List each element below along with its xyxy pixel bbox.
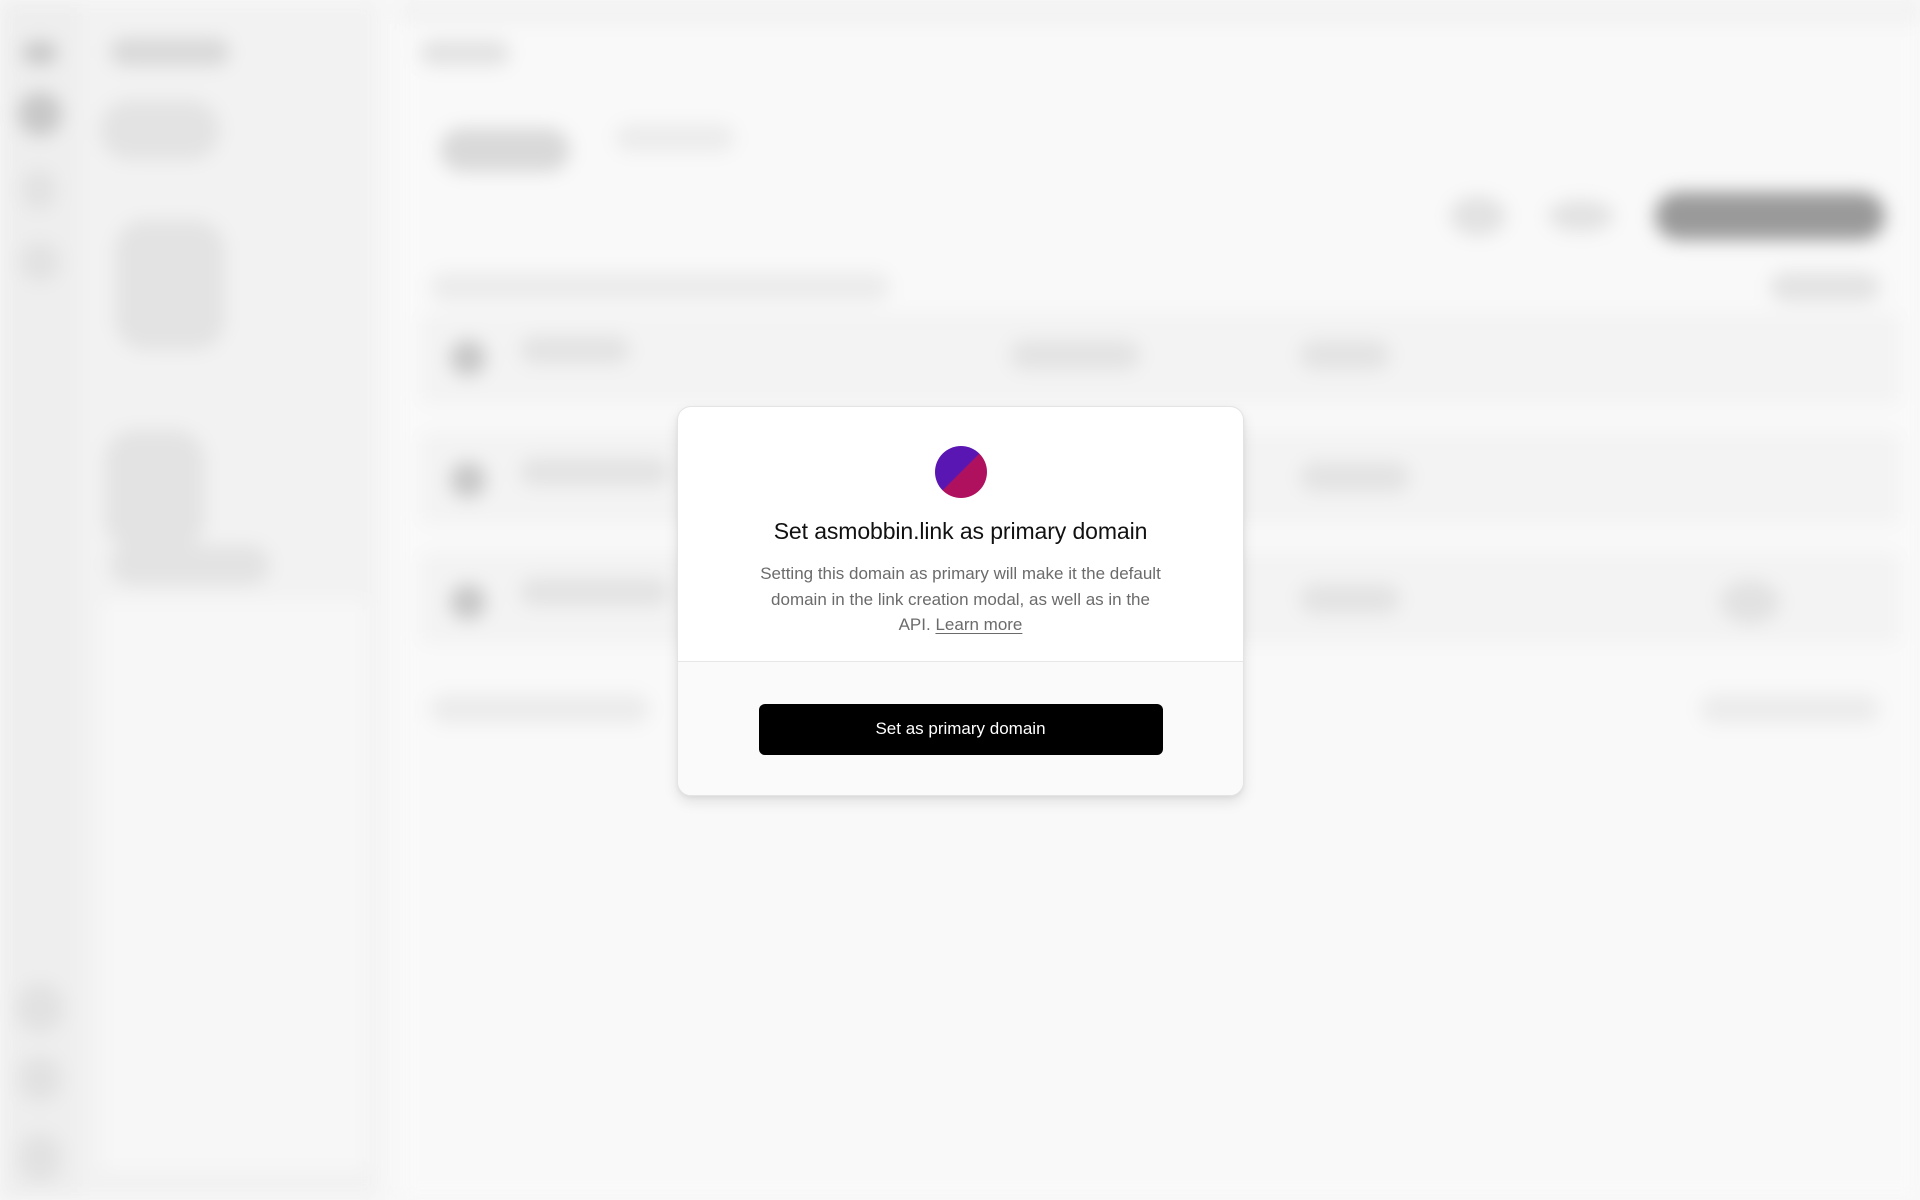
help-icon — [16, 983, 64, 1033]
breadcrumb — [420, 40, 510, 66]
sidebar-item — [115, 220, 225, 350]
row-menu-icon — [1720, 580, 1780, 624]
domain-logo-icon — [934, 446, 987, 498]
row-icon — [450, 584, 486, 620]
add-domain-button — [1655, 192, 1885, 240]
page-title — [440, 128, 570, 172]
set-primary-domain-modal: Set asmobbin.link as primary domain Sett… — [677, 406, 1244, 796]
filter-bar-right — [1770, 272, 1880, 302]
nav-icon — [20, 242, 60, 282]
filter-bar — [430, 272, 890, 302]
account-icon — [18, 1133, 62, 1183]
sidebar-item — [105, 430, 205, 550]
modal-description: Setting this domain as primary will make… — [756, 561, 1166, 638]
top-bar — [400, 0, 1920, 24]
pagination-controls — [1700, 694, 1880, 724]
table-row — [420, 312, 1900, 404]
learn-more-link[interactable]: Learn more — [935, 615, 1022, 634]
sidebar-heading — [110, 38, 230, 66]
sidebar-panel — [102, 600, 367, 1170]
row-text — [520, 336, 630, 364]
app-screen: Set asmobbin.link as primary domain Sett… — [0, 0, 1920, 1200]
pagination — [430, 694, 650, 724]
sidebar-item — [100, 100, 220, 160]
avatar — [18, 92, 62, 136]
row-text — [1300, 584, 1400, 614]
toolbar-icon — [1450, 196, 1506, 236]
modal-header: Set asmobbin.link as primary domain Sett… — [678, 407, 1243, 662]
row-text — [1300, 462, 1410, 492]
modal-footer: Set as primary domain — [678, 662, 1243, 795]
page-subtitle — [615, 124, 735, 152]
settings-icon — [18, 1056, 62, 1102]
modal-title: Set asmobbin.link as primary domain — [773, 518, 1148, 544]
workspace-icon — [22, 41, 58, 65]
row-text — [1010, 340, 1140, 370]
row-text — [1300, 340, 1390, 370]
set-primary-domain-button[interactable]: Set as primary domain — [758, 703, 1163, 755]
row-text — [520, 458, 670, 486]
row-text — [520, 578, 670, 606]
row-icon — [450, 462, 486, 498]
row-icon — [450, 340, 486, 376]
sidebar-item — [110, 545, 270, 585]
toolbar-icon — [1548, 200, 1614, 232]
nav-icon — [22, 170, 56, 210]
